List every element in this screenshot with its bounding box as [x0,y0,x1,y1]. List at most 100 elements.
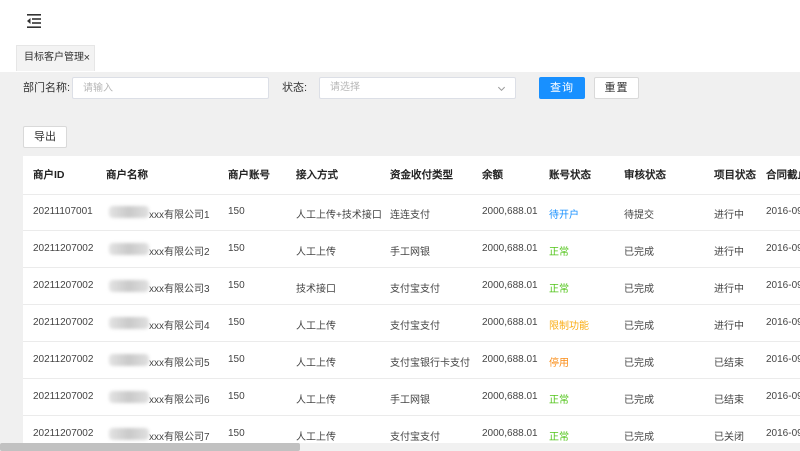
status-label: 状态: [282,82,308,94]
dept-label: 部门名称: [23,82,71,94]
cell-account-status: 待开户 [549,210,579,221]
cell-project-status: 进行中 [714,210,744,221]
status-select-placeholder: 请选择 [330,82,360,93]
cell-merchant-account: 150 [228,317,245,328]
cell-account-status: 限制功能 [549,321,589,332]
cell-merchant-id: 20211207002 [33,243,94,254]
redacted-name-blur [109,243,149,255]
column-header-project-status: 项目状态 [714,169,756,181]
redacted-name-blur [109,280,149,292]
cell-account-status: 正常 [549,284,569,295]
cell-payment-type: 手工网银 [390,247,430,258]
cell-merchant-id: 20211207002 [33,354,94,365]
dept-input[interactable] [72,77,269,99]
menu-fold-icon[interactable] [24,12,44,30]
table-row[interactable]: 20211107001 xxx有限公司1 150 人工上传+技术接口 连连支付 2000,… [23,194,800,231]
table-row[interactable]: 20211207002 xxx有限公司5 150 人工上传 支付宝银行卡支付 2000,6… [23,342,800,379]
cell-merchant-account: 150 [228,391,245,402]
cell-access-method: 人工上传 [296,358,336,369]
cell-merchant-account: 150 [228,206,245,217]
cell-contract-end: 2016-09 [766,206,800,217]
column-header-access-method: 接入方式 [296,169,338,181]
column-header-balance: 余额 [482,169,503,181]
status-select[interactable]: 请选择 [319,77,516,99]
cell-merchant-account: 150 [228,280,245,291]
close-icon[interactable]: × [84,46,90,70]
cell-project-status: 进行中 [714,321,744,332]
cell-access-method: 人工上传 [296,432,336,443]
table-row[interactable]: 20211207002 xxx有限公司3 150 技术接口 支付宝支付 2000,688.… [23,268,800,305]
cell-project-status: 已关闭 [714,432,744,443]
top-bar [0,0,800,42]
cell-account-status: 正常 [549,432,569,443]
cell-project-status: 已结束 [714,395,744,406]
cell-balance: 2000,688.01 [482,317,538,328]
table-row[interactable]: 20211207002 xxx有限公司4 150 人工上传 支付宝支付 2000,688.… [23,305,800,342]
cell-access-method: 人工上传+技术接口 [296,210,382,221]
cell-review-status: 已完成 [624,395,654,406]
cell-review-status: 已完成 [624,358,654,369]
cell-merchant-id: 20211207002 [33,428,94,439]
export-button[interactable]: 导出 [23,126,67,148]
cell-payment-type: 支付宝支付 [390,432,440,443]
redacted-name-blur [109,317,149,329]
cell-project-status: 已结束 [714,358,744,369]
chevron-down-icon [497,86,506,92]
merchant-table: 商户ID 商户名称 商户账号 接入方式 资金收付类型 余额 账号状态 审核状态 项目状态合同截止… [23,156,800,443]
cell-project-status: 进行中 [714,284,744,295]
table-row[interactable]: 20211207002 xxx有限公司2 150 人工上传 手工网银 2000,688.0… [23,231,800,268]
cell-merchant-account: 150 [228,243,245,254]
cell-merchant-account: 150 [228,428,245,439]
cell-contract-end: 2016-09 [766,428,800,439]
cell-merchant-id: 20211207002 [33,391,94,402]
cell-contract-end: 2016-09 [766,243,800,254]
query-button[interactable]: 查询 [539,77,585,99]
cell-review-status: 待提交 [624,210,654,221]
cell-account-status: 正常 [549,247,569,258]
column-header-account-status: 账号状态 [549,169,591,181]
cell-account-status: 正常 [549,395,569,406]
column-header-payment-type: 资金收付类型 [390,169,453,181]
cell-payment-type: 支付宝支付 [390,284,440,295]
table-row[interactable]: 20211207002 xxx有限公司6 150 人工上传 手工网银 2000,688.0… [23,379,800,416]
cell-balance: 2000,688.01 [482,280,538,291]
redacted-name-blur [109,428,149,440]
tab-target-customer[interactable]: 目标客户管理 × [16,45,95,71]
table-row[interactable]: 20211207002 xxx有限公司7 150 人工上传 支付宝支付 2000,688.… [23,416,800,443]
cell-access-method: 技术接口 [296,284,336,295]
cell-balance: 2000,688.01 [482,391,538,402]
cell-payment-type: 支付宝支付 [390,321,440,332]
column-header-merchant-id: 商户ID [33,169,65,181]
column-header-merchant-account: 商户账号 [228,169,270,181]
cell-balance: 2000,688.01 [482,206,538,217]
cell-account-status: 停用 [549,358,569,369]
horizontal-scrollbar-thumb[interactable] [0,443,300,451]
tab-label: 目标客户管理 [24,52,84,63]
cell-payment-type: 连连支付 [390,210,430,221]
cell-access-method: 人工上传 [296,321,336,332]
cell-review-status: 已完成 [624,432,654,443]
redacted-name-blur [109,206,149,218]
cell-contract-end: 2016-09 [766,391,800,402]
cell-access-method: 人工上传 [296,395,336,406]
cell-contract-end: 2016-09 [766,354,800,365]
column-header-merchant-name: 商户名称 [106,169,148,181]
cell-review-status: 已完成 [624,321,654,332]
column-header-contract-end: 合同截止 [766,169,800,181]
cell-contract-end: 2016-09 [766,280,800,291]
cell-balance: 2000,688.01 [482,354,538,365]
cell-project-status: 进行中 [714,247,744,258]
cell-balance: 2000,688.01 [482,428,538,439]
cell-access-method: 人工上传 [296,247,336,258]
cell-merchant-account: 150 [228,354,245,365]
cell-review-status: 已完成 [624,247,654,258]
redacted-name-blur [109,391,149,403]
reset-button[interactable]: 重置 [594,77,639,99]
cell-payment-type: 支付宝银行卡支付 [390,358,470,369]
cell-contract-end: 2016-09 [766,317,800,328]
cell-merchant-id: 20211207002 [33,280,94,291]
tab-bar: 目标客户管理 × [0,42,800,73]
cell-merchant-id: 20211107001 [33,206,93,217]
cell-review-status: 已完成 [624,284,654,295]
cell-payment-type: 手工网银 [390,395,430,406]
